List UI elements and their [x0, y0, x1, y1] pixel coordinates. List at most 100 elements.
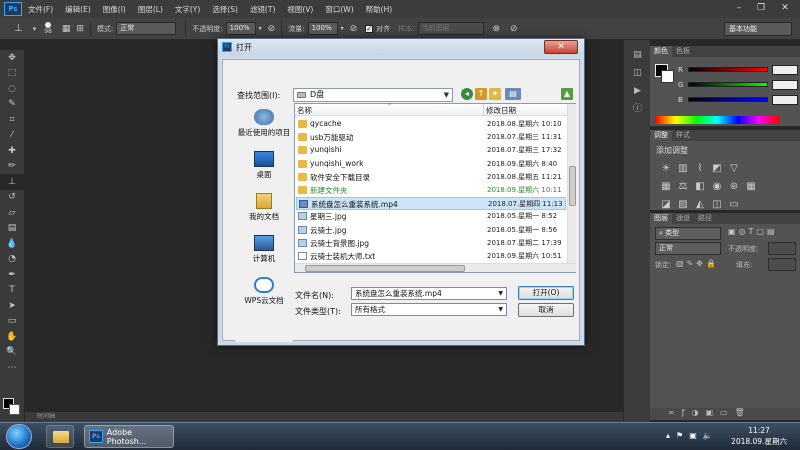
filetype-select[interactable]: 所有格式 ▼ — [351, 303, 507, 316]
pressure-opacity-icon[interactable]: ⊘ — [268, 24, 276, 34]
photo-filter-icon[interactable]: ◉ — [711, 181, 723, 193]
more-tools-icon[interactable]: ⋯ — [0, 360, 24, 376]
menu-window[interactable]: 窗口(W) — [325, 4, 353, 15]
flag-icon[interactable]: ⚑ — [676, 431, 683, 443]
vibrance-icon[interactable]: ▽ — [728, 163, 740, 175]
move-tool-icon[interactable]: ✥ — [0, 50, 24, 66]
color-balance-icon[interactable]: ⚖ — [677, 181, 689, 193]
chevron-down-icon[interactable]: ▾ — [259, 25, 262, 32]
layer-fill-field[interactable] — [768, 258, 796, 271]
open-button[interactable]: 打开(O) — [518, 286, 574, 300]
flow-field[interactable]: 100% — [307, 22, 338, 35]
hue-saturation-icon[interactable]: ▦ — [660, 181, 672, 193]
clone-stamp-icon[interactable]: ⊥ — [14, 23, 23, 34]
layer-filter-icons[interactable]: ▣◎T▢▤ — [728, 227, 778, 236]
tab-adjustments[interactable]: 调整 — [650, 130, 672, 141]
actions-panel-icon[interactable]: ▶ — [624, 82, 651, 100]
tab-swatches[interactable]: 色板 — [672, 46, 694, 57]
file-row[interactable]: 云骑士装机大师.txt 2018.09.星期六 10:51 — [296, 250, 566, 263]
chevron-down-icon[interactable]: ▾ — [33, 25, 37, 33]
brush-panel-icon[interactable]: ▦ — [62, 24, 71, 34]
blend-mode-select[interactable]: 正常 — [655, 242, 721, 255]
view-menu-icon[interactable]: ▤ — [505, 88, 521, 100]
invert-icon[interactable]: ◪ — [660, 199, 672, 211]
crop-tool-icon[interactable]: ⌗ — [0, 112, 24, 128]
place-documents[interactable]: 我的文档 — [235, 186, 293, 228]
r-slider[interactable] — [688, 67, 768, 72]
show-hidden-icons-icon[interactable]: ▴ — [666, 431, 670, 443]
file-row[interactable]: yunqishi 2018.07.星期三 17:32 — [296, 144, 566, 157]
type-tool-icon[interactable]: T — [0, 283, 24, 299]
volume-icon[interactable]: 🔈 — [703, 431, 713, 443]
lock-icons[interactable]: ▧✎✥🔒 — [676, 259, 719, 268]
channel-mixer-icon[interactable]: ⊛ — [728, 181, 740, 193]
pen-tool-icon[interactable]: ✒ — [0, 267, 24, 283]
gradient-tool-icon[interactable]: ▤ — [0, 221, 24, 237]
ignore-adjustment-icon[interactable]: ⊗ — [493, 24, 501, 34]
minimize-icon[interactable]: – — [728, 2, 750, 15]
file-row[interactable]: 软件安全下载目录 2018.08.星期五 11:21 — [296, 171, 566, 184]
levels-icon[interactable]: ▥ — [677, 163, 689, 175]
black-white-icon[interactable]: ◧ — [694, 181, 706, 193]
preview-icon[interactable]: ▲ — [561, 88, 573, 100]
file-row[interactable]: yunqishi_work 2018.09.星期六 8:40 — [296, 158, 566, 171]
hand-tool-icon[interactable]: ✋ — [0, 329, 24, 345]
workspace-select[interactable]: 基本功能 — [724, 22, 792, 36]
file-row[interactable]: qycache 2018.08.星期六 10:10 — [296, 118, 566, 131]
menu-edit[interactable]: 编辑(E) — [65, 4, 91, 15]
dodge-tool-icon[interactable]: ◔ — [0, 252, 24, 268]
column-name[interactable]: 名称 — [297, 105, 312, 116]
layer-kind-filter[interactable]: ⌕ 类型 — [655, 227, 721, 240]
up-folder-icon[interactable]: ↑ — [475, 88, 487, 100]
restore-icon[interactable]: ❐ — [750, 2, 772, 15]
sample-select[interactable]: 当前图层 — [417, 22, 484, 35]
menu-type[interactable]: 文字(Y) — [175, 4, 200, 15]
look-in-combo[interactable]: D盘 ▼ — [293, 88, 453, 102]
tab-channels[interactable]: 通道 — [672, 213, 694, 224]
threshold-icon[interactable]: ◭ — [694, 199, 706, 211]
menu-layer[interactable]: 图层(L) — [138, 4, 163, 15]
place-recent[interactable]: 最近使用的项目 — [235, 102, 293, 144]
g-value-field[interactable] — [772, 79, 798, 90]
gradient-map-icon[interactable]: ▭ — [728, 199, 740, 211]
filename-field[interactable]: 系统盘怎么重装系统.mp4 ▼ — [351, 287, 507, 300]
horizontal-scrollbar[interactable] — [295, 263, 576, 272]
scroll-thumb[interactable] — [569, 166, 576, 206]
b-value-field[interactable] — [772, 94, 798, 105]
history-brush-tool-icon[interactable]: ↺ — [0, 190, 24, 206]
eyedropper-tool-icon[interactable]: ⁄ — [0, 128, 24, 144]
b-slider[interactable] — [688, 97, 768, 102]
menu-select[interactable]: 选择(S) — [212, 4, 238, 15]
brush-tool-icon[interactable]: ✏ — [0, 159, 24, 175]
chevron-down-icon[interactable]: ▾ — [341, 25, 344, 32]
column-date[interactable]: 修改日期 — [486, 105, 516, 116]
lasso-tool-icon[interactable]: ◌ — [0, 81, 24, 97]
layer-opacity-field[interactable] — [768, 242, 796, 255]
clone-stamp-tool-icon[interactable]: ⊥ — [0, 174, 24, 190]
chevron-down-icon[interactable]: ▼ — [498, 288, 503, 299]
blur-tool-icon[interactable]: 💧 — [0, 236, 24, 252]
pressure-size-icon[interactable]: ⊘ — [510, 24, 518, 34]
file-row[interactable]: 云骑士.jpg 2018.05.星期一 8:56 — [296, 224, 566, 237]
network-icon[interactable]: ▣ — [689, 431, 697, 443]
back-icon[interactable]: ◂ — [461, 88, 473, 100]
brightness-icon[interactable]: ☀ — [660, 163, 672, 175]
selective-color-icon[interactable]: ◫ — [711, 199, 723, 211]
tab-color[interactable]: 颜色 — [650, 46, 672, 57]
g-slider[interactable] — [688, 82, 768, 87]
menu-view[interactable]: 视图(V) — [287, 4, 313, 15]
zoom-tool-icon[interactable]: 🔍 — [0, 345, 24, 361]
color-spectrum[interactable] — [655, 116, 779, 124]
mode-select[interactable]: 正常 — [116, 22, 177, 35]
menu-help[interactable]: 帮助(H) — [366, 4, 393, 15]
new-folder-icon[interactable]: ✦ — [489, 88, 501, 100]
clock[interactable]: 11:27 2018.09.星期六 — [726, 425, 792, 447]
file-row[interactable]: 系统盘怎么重装系统.mp4 2018.07.星期四 11:13 — [296, 197, 566, 211]
quick-select-tool-icon[interactable]: ✎ — [0, 97, 24, 113]
menu-filter[interactable]: 滤镜(T) — [250, 4, 275, 15]
layers-footer-icons[interactable]: ∞ƒ◑▣▭🗑 — [650, 408, 800, 420]
exposure-icon[interactable]: ◩ — [711, 163, 723, 175]
file-row[interactable]: 新建文件夹 2018.09.星期六 10:11 — [296, 184, 566, 197]
align-checkbox[interactable]: ✓ — [365, 24, 374, 33]
place-wps-cloud[interactable]: WPS云文档 — [235, 270, 293, 312]
